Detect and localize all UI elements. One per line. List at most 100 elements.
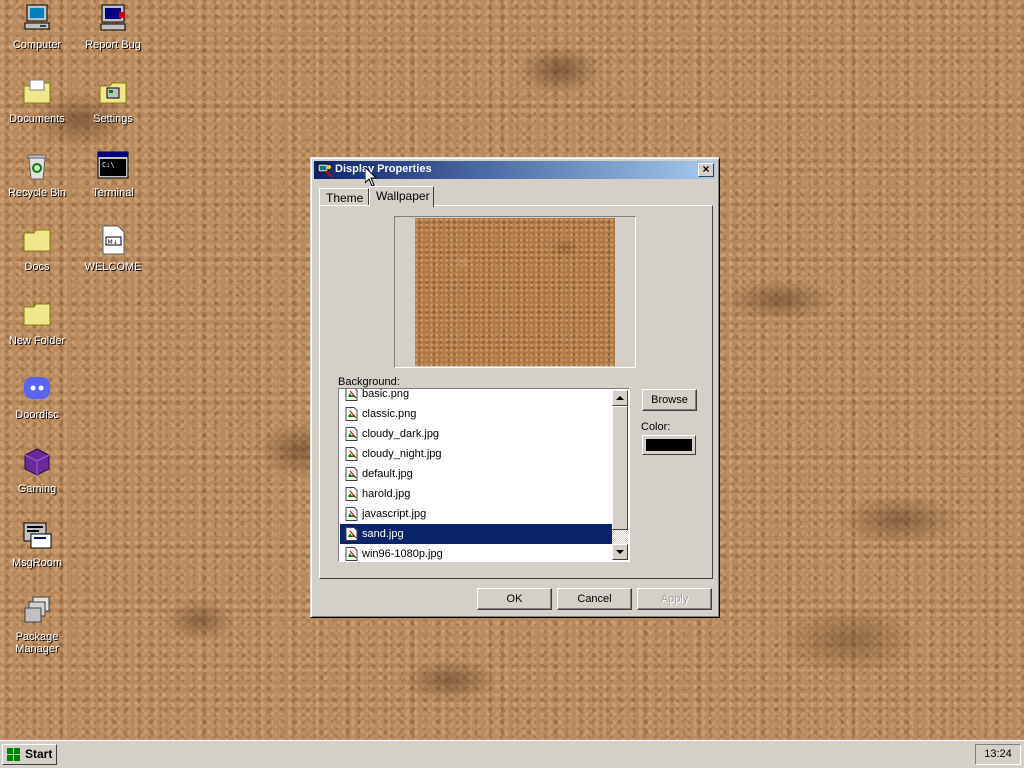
list-item[interactable]: sand.jpg bbox=[340, 524, 612, 544]
start-button[interactable]: Start bbox=[2, 744, 57, 765]
desktop-icon-documents[interactable]: Documents bbox=[0, 76, 74, 125]
desktop-icon-new-folder[interactable]: New Folder bbox=[0, 298, 74, 347]
file-name: cloudy_night.jpg bbox=[362, 448, 442, 460]
list-item[interactable]: javascript.jpg bbox=[340, 504, 612, 524]
desktop-icon-doordisc[interactable]: Doordisc bbox=[0, 372, 74, 421]
start-label: Start bbox=[25, 747, 53, 761]
wallpaper-preview bbox=[394, 216, 636, 368]
scroll-down-button[interactable] bbox=[612, 544, 628, 560]
discord-icon bbox=[24, 377, 50, 399]
list-item[interactable]: basic.png bbox=[340, 388, 612, 404]
list-item[interactable]: cloudy_night.jpg bbox=[340, 444, 612, 464]
gaming-cube-icon bbox=[24, 448, 50, 476]
file-name: default.jpg bbox=[362, 468, 413, 480]
desktop-icon-report-bug[interactable]: Report Bug bbox=[76, 2, 150, 51]
desktop-icon-label: Terminal bbox=[92, 187, 134, 199]
file-name: harold.jpg bbox=[362, 488, 411, 500]
image-file-icon bbox=[345, 467, 358, 481]
list-item[interactable]: harold.jpg bbox=[340, 484, 612, 504]
desktop-icon-label: Settings bbox=[93, 113, 133, 125]
background-list[interactable]: basic.png classic.png cloudy_dark.jpgcloud… bbox=[338, 388, 630, 562]
image-file-icon bbox=[345, 487, 358, 501]
file-name: classic.png bbox=[362, 408, 417, 420]
svg-text:C:\: C:\ bbox=[102, 161, 115, 169]
desktop-icon-label: MsgRoom bbox=[11, 557, 63, 569]
image-file-icon bbox=[345, 389, 358, 401]
desktop-icon-label: New Folder bbox=[8, 335, 66, 347]
browse-button[interactable]: Browse bbox=[642, 389, 697, 411]
recycle-bin-icon bbox=[27, 154, 47, 180]
scroll-thumb[interactable] bbox=[612, 406, 628, 530]
cancel-button[interactable]: Cancel bbox=[557, 588, 632, 610]
color-label: Color: bbox=[641, 421, 671, 433]
apply-button[interactable]: Apply bbox=[637, 588, 712, 610]
color-picker-button[interactable] bbox=[642, 435, 696, 455]
window-title: Display Properties bbox=[335, 163, 432, 175]
folder-icon bbox=[23, 303, 51, 326]
desktop-icon-label: Documents bbox=[9, 113, 65, 125]
desktop-icon-docs[interactable]: Docs bbox=[0, 224, 74, 273]
arrow-down-icon bbox=[616, 550, 624, 554]
ok-button[interactable]: OK bbox=[477, 588, 552, 610]
image-file-icon bbox=[345, 447, 358, 461]
desktop-icon-label: WELCOME bbox=[84, 261, 142, 273]
desktop-icon-terminal[interactable]: C:\ Terminal bbox=[76, 150, 150, 199]
display-properties-icon bbox=[317, 163, 333, 178]
file-name: javascript.jpg bbox=[362, 508, 427, 520]
desktop-icon-label: Doordisc bbox=[15, 409, 59, 421]
tab-wallpaper[interactable]: Wallpaper bbox=[369, 186, 434, 207]
taskbar: Start 13:24 bbox=[0, 740, 1024, 768]
settings-folder-icon bbox=[99, 82, 127, 104]
background-list-items: basic.png classic.png cloudy_dark.jpgcloud… bbox=[340, 388, 612, 561]
svg-text:M↓: M↓ bbox=[108, 239, 118, 246]
list-item[interactable]: classic.png bbox=[340, 404, 612, 424]
folder-icon bbox=[23, 229, 51, 252]
package-manager-icon bbox=[24, 596, 50, 623]
desktop-icon-label: Computer bbox=[12, 39, 62, 51]
image-file-icon bbox=[345, 527, 358, 541]
wallpaper-panel: Background: basic.png classic.png cloudy_d… bbox=[319, 205, 713, 579]
file-name: win96-1080p.jpg bbox=[362, 548, 443, 560]
desktop-icon-msgroom[interactable]: MsgRoom bbox=[0, 520, 74, 569]
desktop-icon-computer[interactable]: Computer bbox=[0, 2, 74, 51]
file-name: cloudy_dark.jpg bbox=[362, 428, 440, 440]
documents-folder-icon bbox=[23, 79, 51, 104]
system-clock[interactable]: 13:24 bbox=[975, 744, 1021, 765]
start-logo-icon bbox=[7, 748, 20, 761]
file-name: basic.png bbox=[362, 388, 410, 400]
wallpaper-preview-image bbox=[415, 218, 615, 366]
arrow-up-icon bbox=[616, 396, 624, 400]
scroll-up-button[interactable] bbox=[612, 390, 628, 406]
desktop-icon-label: Gaming bbox=[17, 483, 57, 495]
image-file-icon bbox=[345, 427, 358, 441]
list-item[interactable]: win96-1080p.jpg bbox=[340, 544, 612, 561]
mouse-cursor-icon bbox=[365, 167, 377, 187]
desktop-icon-settings[interactable]: Settings bbox=[76, 76, 150, 125]
image-file-icon bbox=[345, 547, 358, 561]
display-properties-window[interactable]: Display Properties × Theme Wallpaper Bac… bbox=[310, 157, 720, 618]
desktop-icon-label: Recycle Bin bbox=[7, 187, 67, 199]
background-label: Background: bbox=[338, 376, 400, 388]
msgroom-icon bbox=[23, 522, 52, 549]
report-bug-icon bbox=[100, 4, 126, 31]
terminal-icon: C:\ bbox=[97, 151, 129, 179]
vertical-scrollbar[interactable] bbox=[612, 390, 628, 560]
image-file-icon bbox=[345, 507, 358, 521]
desktop-icon-gaming[interactable]: Gaming bbox=[0, 446, 74, 495]
close-button[interactable]: × bbox=[698, 163, 714, 177]
close-icon: × bbox=[702, 162, 710, 176]
desktop-icon-package-manager[interactable]: Package Manager bbox=[0, 594, 74, 655]
desktop-icon-label: Package Manager bbox=[15, 631, 59, 655]
color-swatch bbox=[646, 439, 692, 451]
desktop-icon-recycle-bin[interactable]: Recycle Bin bbox=[0, 150, 74, 199]
desktop-icon-label: Docs bbox=[24, 261, 50, 273]
image-file-icon bbox=[345, 407, 358, 421]
desktop-icon-welcome[interactable]: M↓ WELCOME bbox=[76, 224, 150, 273]
file-name: sand.jpg bbox=[362, 528, 404, 540]
desktop-icon-label: Report Bug bbox=[85, 39, 141, 51]
markdown-file-icon: M↓ bbox=[102, 225, 125, 255]
list-item[interactable]: cloudy_dark.jpg bbox=[340, 424, 612, 444]
computer-icon bbox=[24, 4, 50, 30]
list-item[interactable]: default.jpg bbox=[340, 464, 612, 484]
tab-theme[interactable]: Theme bbox=[319, 188, 369, 206]
